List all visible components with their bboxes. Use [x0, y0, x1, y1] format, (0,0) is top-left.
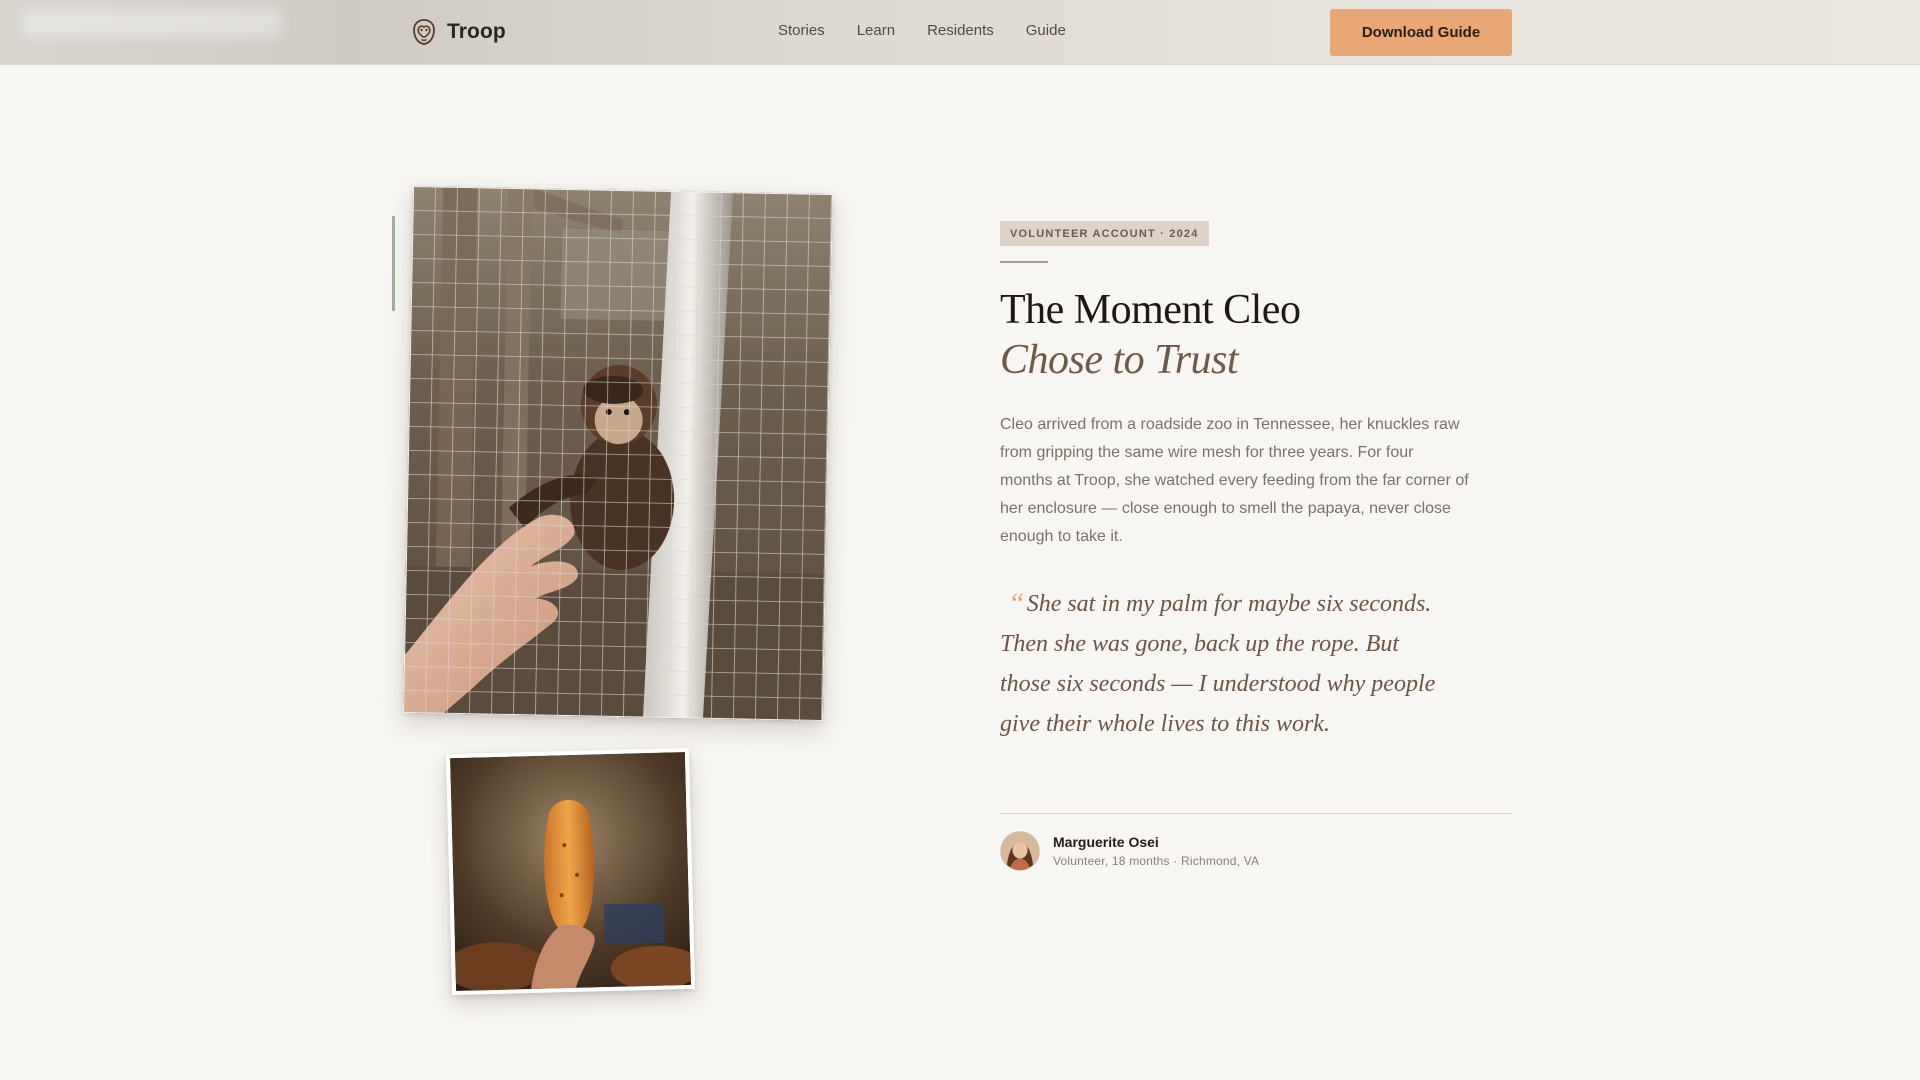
main-nav: Stories Learn Residents Guide	[778, 22, 1066, 39]
quote-text: She sat in my palm for maybe six seconds…	[1000, 591, 1436, 737]
papaya-photo	[445, 747, 696, 996]
author-name: Marguerite Osei	[1053, 834, 1159, 850]
nav-stories[interactable]: Stories	[778, 22, 825, 39]
monkey-cage-illustration	[402, 186, 834, 721]
monkey-cage-photo	[402, 186, 834, 721]
author-meta: Volunteer, 18 months · Richmond, VA	[1053, 854, 1260, 868]
brand-name: Troop	[447, 20, 506, 43]
papaya-illustration	[449, 751, 692, 992]
download-guide-button[interactable]: Download Guide	[1330, 9, 1512, 56]
quote-mark-icon: “	[1008, 587, 1025, 620]
author-byline: Marguerite Osei Volunteer, 18 months · R…	[1000, 831, 1259, 871]
top-navigation-bar: Troop Stories Learn Residents Guide Down…	[0, 0, 1920, 65]
title-line-2: Chose to Trust	[1000, 337, 1239, 383]
author-avatar	[1000, 831, 1040, 871]
brand-logo-link[interactable]: Troop	[411, 17, 506, 47]
blurred-background-detail	[22, 8, 282, 38]
article-title: The Moment Cleo Chose to Trust	[1000, 285, 1560, 385]
vertical-accent-bar	[392, 216, 395, 311]
pull-quote: “She sat in my palm for maybe six second…	[1000, 582, 1440, 744]
person-avatar-icon	[1001, 832, 1039, 870]
category-badge: VOLUNTEER ACCOUNT · 2024	[1000, 221, 1209, 246]
badge-divider	[1000, 261, 1048, 263]
author-text: Marguerite Osei Volunteer, 18 months · R…	[1053, 832, 1259, 870]
author-divider	[1000, 813, 1512, 814]
title-line-1: The Moment Cleo	[1000, 287, 1301, 333]
nav-guide[interactable]: Guide	[1026, 22, 1066, 39]
nav-learn[interactable]: Learn	[857, 22, 895, 39]
article-lede: Cleo arrived from a roadside zoo in Tenn…	[1000, 416, 1469, 545]
monkey-face-icon	[413, 19, 435, 45]
nav-residents[interactable]: Residents	[927, 22, 994, 39]
